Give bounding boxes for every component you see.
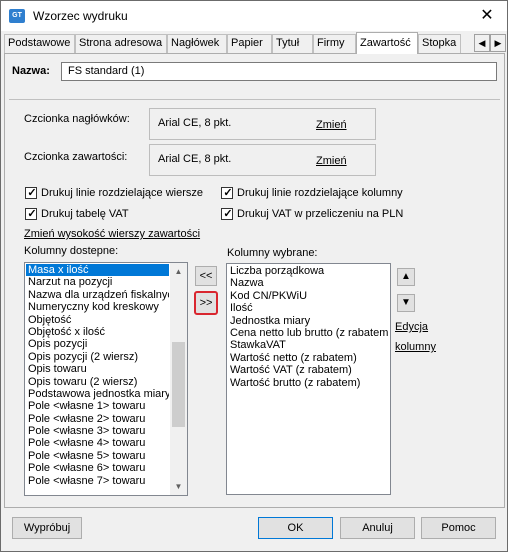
list-item[interactable]: Opis towaru bbox=[26, 363, 169, 375]
tab-naglowek[interactable]: Nagłówek bbox=[167, 34, 227, 53]
app-icon: GT bbox=[9, 9, 25, 23]
tab-scroll-left-icon[interactable]: ◀ bbox=[474, 34, 490, 52]
vat-table-label: Drukuj tabelę VAT bbox=[41, 208, 129, 220]
tab-stopka[interactable]: Stopka bbox=[418, 34, 461, 53]
row-lines-label: Drukuj linie rozdzielające wiersze bbox=[41, 187, 204, 199]
cancel-button[interactable]: Anuluj bbox=[340, 517, 415, 539]
tab-firmy[interactable]: Firmy bbox=[313, 34, 356, 53]
checkmark-icon: ✓ bbox=[27, 208, 37, 220]
tab-scroll-right-icon[interactable]: ▶ bbox=[490, 34, 506, 52]
header-font-label: Czcionka nagłówków: bbox=[24, 113, 130, 125]
tab-tytul[interactable]: Tytuł bbox=[272, 34, 313, 53]
header-font-box: Arial CE, 8 pkt. Zmień bbox=[149, 108, 376, 140]
row-height-link[interactable]: Zmień wysokość wierszy zawartości bbox=[24, 228, 200, 240]
list-item[interactable]: Objętość bbox=[26, 314, 169, 326]
checkmark-icon: ✓ bbox=[27, 187, 37, 199]
checkmark-icon: ✓ bbox=[223, 208, 233, 220]
available-columns-list[interactable]: Masa x ilość Narzut na pozycji Nazwa dla u… bbox=[24, 262, 188, 496]
arrow-down-icon: ▼ bbox=[401, 297, 411, 308]
vat-table-checkbox[interactable]: ✓ Drukuj tabelę VAT bbox=[25, 207, 129, 221]
window-title: Wzorzec wydruku bbox=[33, 9, 128, 23]
list-item[interactable]: Numeryczny kod kreskowy bbox=[26, 301, 169, 313]
list-item[interactable]: Opis towaru (2 wiersz) bbox=[26, 376, 169, 388]
chosen-columns-list[interactable]: Liczba porządkowa Nazwa Kod CN/PKWiU Ilość J… bbox=[226, 263, 391, 495]
list-item[interactable]: Pole <własne 3> towaru bbox=[26, 425, 169, 437]
chosen-columns-items: Liczba porządkowa Nazwa Kod CN/PKWiU Ilość J… bbox=[228, 265, 389, 493]
list-item[interactable]: Wartość brutto (z rabatem) bbox=[228, 377, 389, 389]
arrow-up-icon: ▲ bbox=[401, 271, 411, 282]
name-label: Nazwa: bbox=[12, 65, 50, 77]
header-font-change-link[interactable]: Zmień bbox=[316, 119, 347, 131]
available-columns-items: Masa x ilość Narzut na pozycji Nazwa dla u… bbox=[26, 264, 169, 494]
list-item[interactable]: Wartość VAT (z rabatem) bbox=[228, 364, 389, 376]
close-icon[interactable]: ✕ bbox=[467, 1, 507, 31]
list-item[interactable]: Ilość bbox=[228, 302, 389, 314]
available-list-scrollbar[interactable]: ▲ ▼ bbox=[170, 263, 187, 495]
edit-column-link-line2[interactable]: kolumny bbox=[395, 341, 436, 353]
tab-scroll-arrows: ◀ ▶ bbox=[474, 34, 506, 52]
checkbox-box[interactable]: ✓ bbox=[221, 208, 233, 220]
list-item[interactable]: Pole <własne 4> towaru bbox=[26, 437, 169, 449]
list-item[interactable]: Opis pozycji bbox=[26, 338, 169, 350]
test-button[interactable]: Wypróbuj bbox=[12, 517, 82, 539]
col-lines-label: Drukuj linie rozdzielające kolumny bbox=[237, 187, 403, 199]
divider bbox=[9, 99, 500, 100]
list-item[interactable]: Kod CN/PKWiU bbox=[228, 290, 389, 302]
scroll-up-icon[interactable]: ▲ bbox=[170, 263, 187, 280]
list-item[interactable]: Nazwa bbox=[228, 277, 389, 289]
list-item[interactable]: StawkaVAT bbox=[228, 339, 389, 351]
edit-column-link-line1[interactable]: Edycja bbox=[395, 321, 428, 333]
move-left-button[interactable]: << bbox=[195, 266, 217, 286]
list-item[interactable]: Pole <własne 5> towaru bbox=[26, 450, 169, 462]
list-item[interactable]: Cena netto lub brutto (z rabatem bbox=[228, 327, 389, 339]
list-item[interactable]: Podstawowa jednostka miary bbox=[26, 388, 169, 400]
content-font-change-link[interactable]: Zmień bbox=[316, 155, 347, 167]
tab-papier[interactable]: Papier bbox=[227, 34, 272, 53]
ok-button[interactable]: OK bbox=[258, 517, 333, 539]
list-item[interactable]: Pole <własne 7> towaru bbox=[26, 475, 169, 487]
list-item[interactable]: Wartość netto (z rabatem) bbox=[228, 352, 389, 364]
list-item[interactable]: Pole <własne 2> towaru bbox=[26, 413, 169, 425]
list-item[interactable]: Narzut na pozycji bbox=[26, 276, 169, 288]
scroll-down-icon[interactable]: ▼ bbox=[170, 478, 187, 495]
row-lines-checkbox[interactable]: ✓ Drukuj linie rozdzielające wiersze bbox=[25, 186, 203, 200]
move-right-button[interactable]: >> bbox=[194, 291, 218, 315]
list-item[interactable]: Liczba porządkowa bbox=[228, 265, 389, 277]
checkbox-box[interactable]: ✓ bbox=[221, 187, 233, 199]
list-item[interactable]: Objętość x ilość bbox=[26, 326, 169, 338]
list-item[interactable]: Jednostka miary bbox=[228, 315, 389, 327]
dialog-window: GT Wzorzec wydruku ✕ Podstawowe Strona a… bbox=[0, 0, 508, 552]
list-item[interactable]: Opis pozycji (2 wiersz) bbox=[26, 351, 169, 363]
name-input[interactable]: FS standard (1) bbox=[61, 62, 497, 81]
list-item[interactable]: Masa x ilość bbox=[26, 264, 169, 277]
move-down-button[interactable]: ▼ bbox=[397, 294, 415, 312]
scroll-thumb[interactable] bbox=[172, 342, 185, 427]
tab-strip: Podstawowe Strona adresowa Nagłówek Papi… bbox=[4, 32, 506, 54]
help-button[interactable]: Pomoc bbox=[421, 517, 496, 539]
tab-podstawowe[interactable]: Podstawowe bbox=[4, 34, 75, 53]
content-font-label: Czcionka zawartości: bbox=[24, 151, 128, 163]
tab-zawartosc[interactable]: Zawartość bbox=[356, 32, 418, 54]
tab-strona-adresowa[interactable]: Strona adresowa bbox=[75, 34, 167, 53]
title-bar: GT Wzorzec wydruku ✕ bbox=[1, 1, 507, 31]
list-item[interactable]: Pole <własne 6> towaru bbox=[26, 462, 169, 474]
list-item[interactable]: Pole <własne 1> towaru bbox=[26, 400, 169, 412]
content-font-value: Arial CE, 8 pkt. bbox=[158, 153, 232, 165]
vat-pln-label: Drukuj VAT w przeliczeniu na PLN bbox=[237, 208, 404, 220]
vat-pln-checkbox[interactable]: ✓ Drukuj VAT w przeliczeniu na PLN bbox=[221, 207, 403, 221]
content-font-box: Arial CE, 8 pkt. Zmień bbox=[149, 144, 376, 176]
col-lines-checkbox[interactable]: ✓ Drukuj linie rozdzielające kolumny bbox=[221, 186, 403, 200]
chosen-columns-label: Kolumny wybrane: bbox=[227, 247, 318, 259]
header-font-value: Arial CE, 8 pkt. bbox=[158, 117, 232, 129]
move-up-button[interactable]: ▲ bbox=[397, 268, 415, 286]
content-panel: Nazwa: FS standard (1) Czcionka nagłówkó… bbox=[4, 53, 505, 508]
checkmark-icon: ✓ bbox=[223, 187, 233, 199]
checkbox-box[interactable]: ✓ bbox=[25, 187, 37, 199]
list-item[interactable]: Nazwa dla urządzeń fiskalnych bbox=[26, 289, 169, 301]
checkbox-box[interactable]: ✓ bbox=[25, 208, 37, 220]
available-columns-label: Kolumny dostepne: bbox=[24, 245, 119, 257]
